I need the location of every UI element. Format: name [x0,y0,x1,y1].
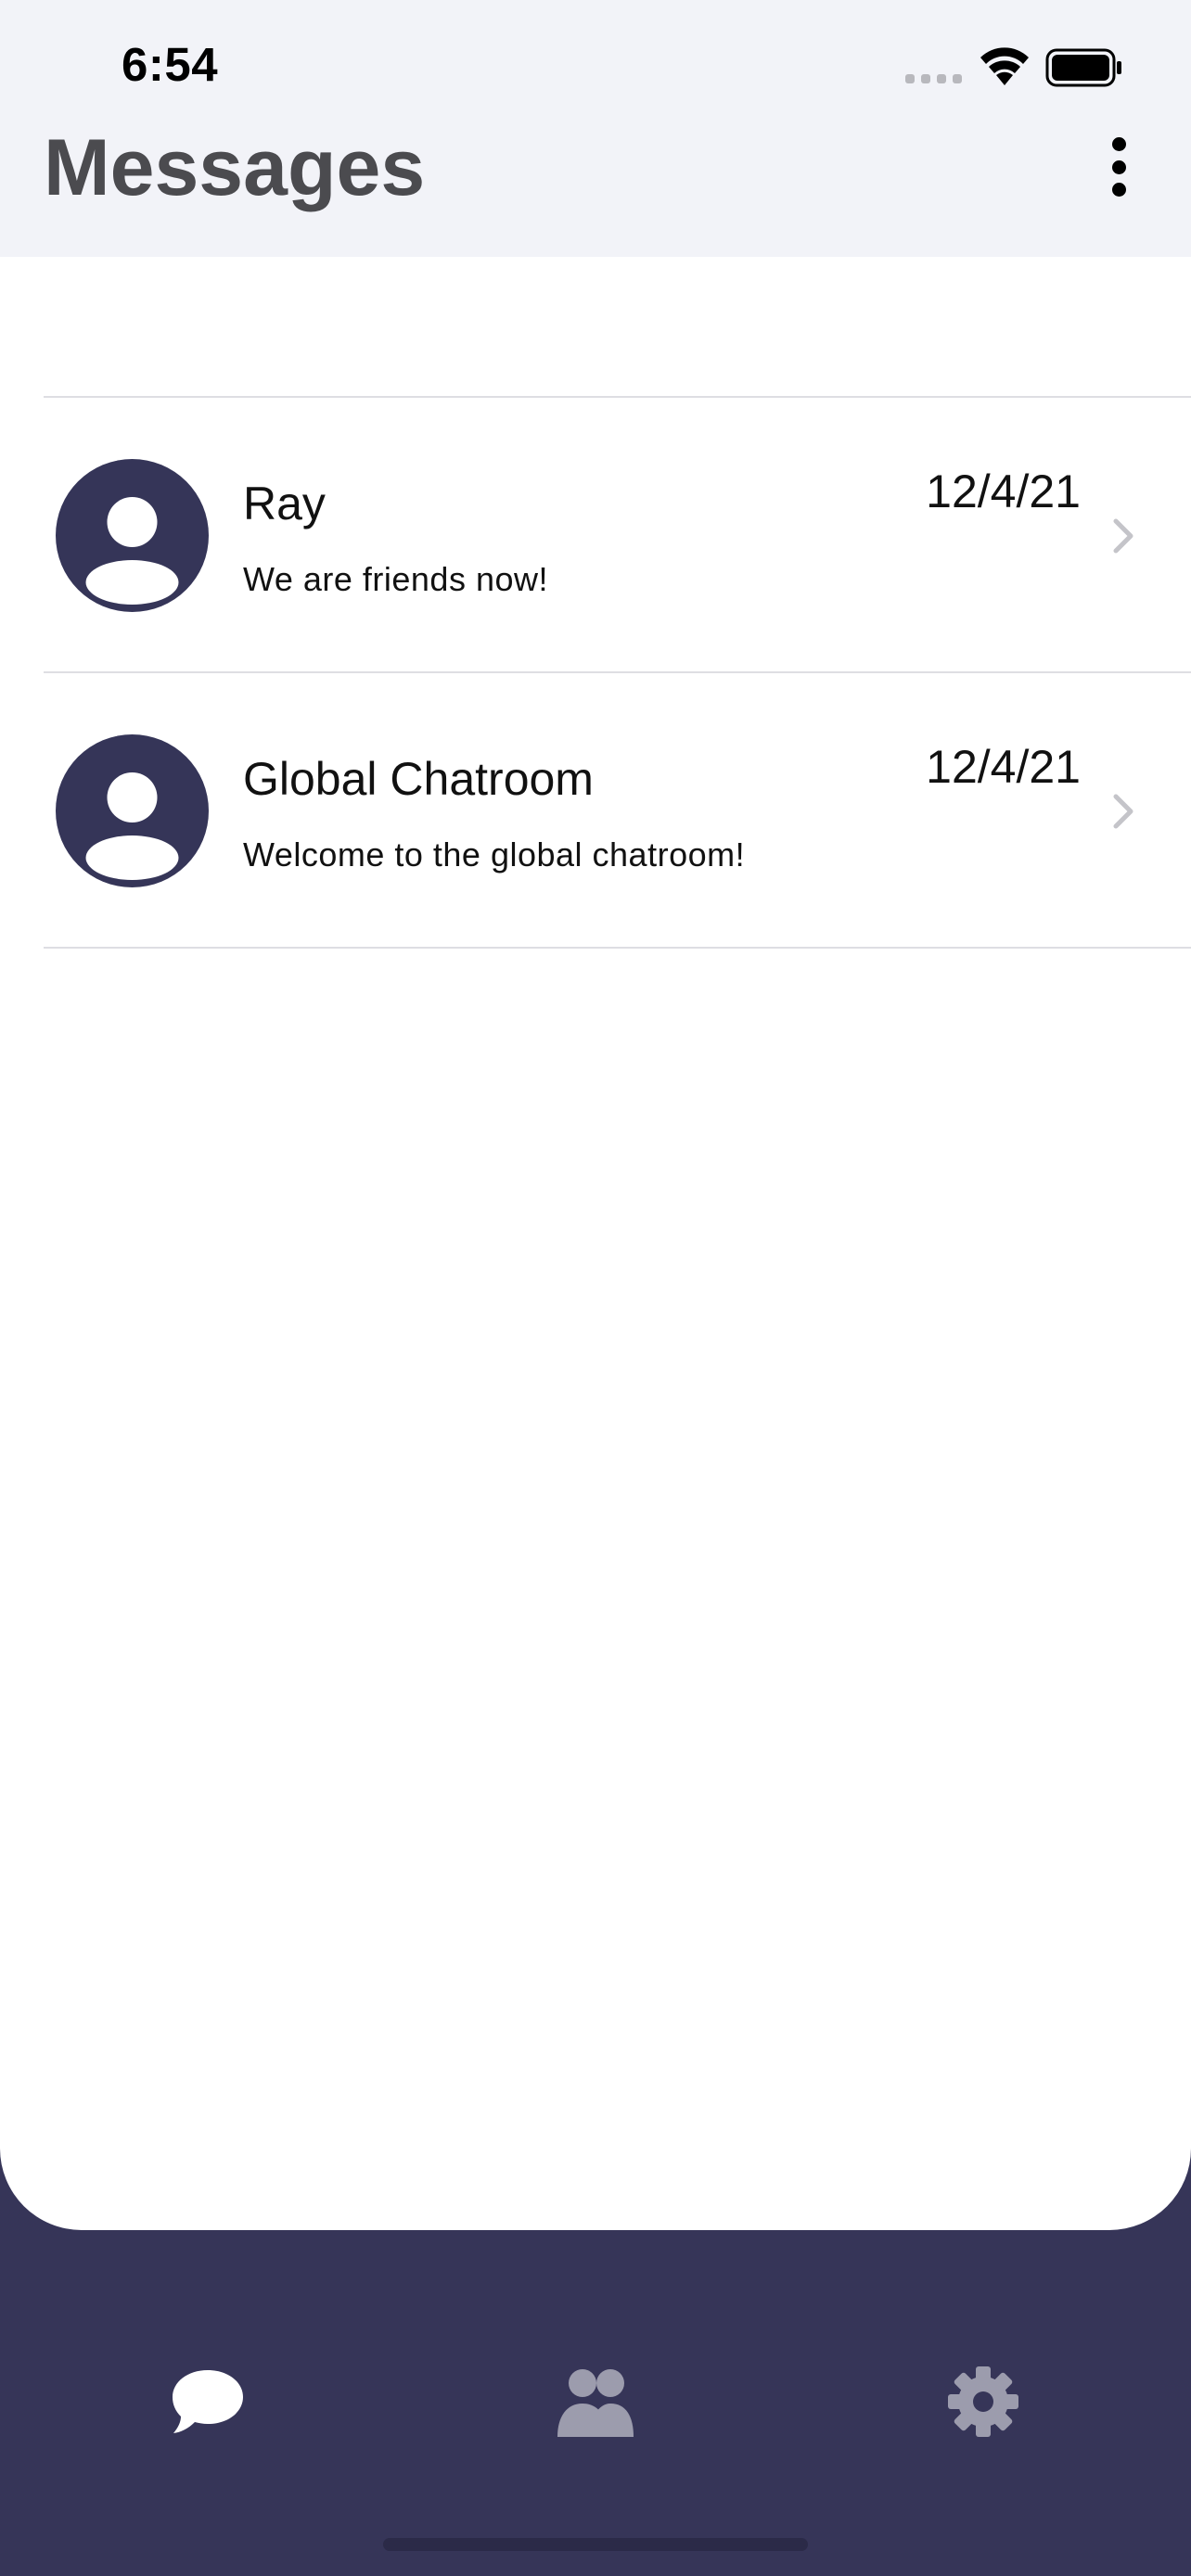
tab-messages[interactable] [161,2355,254,2448]
user-avatar-icon [56,459,209,612]
conversation-row-global-chatroom[interactable]: Global Chatroom Welcome to the global ch… [0,673,1191,948]
cellular-signal-icon [905,74,962,83]
conversation-preview: Welcome to the global chatroom! [243,835,746,874]
page-title: Messages [44,123,426,212]
more-vertical-icon [1111,137,1126,151]
conversation-row-ray[interactable]: Ray We are friends now! 12/4/21 [0,398,1191,672]
conversation-preview: We are friends now! [243,560,548,598]
tab-settings[interactable] [937,2355,1030,2448]
conversation-name: Global Chatroom [243,753,594,805]
more-vertical-icon [1111,159,1126,174]
chevron-right-icon [1113,794,1133,829]
conversation-date: 12/4/21 [926,465,1081,517]
more-options-button[interactable] [1095,130,1143,204]
tab-friends[interactable] [549,2355,642,2448]
conversation-date: 12/4/21 [926,741,1081,793]
battery-icon [1045,48,1121,87]
messages-screen: 6:54 Messages Ray We are friends now! 12… [0,0,1191,2576]
status-time: 6:54 [122,38,219,91]
users-icon [557,2369,634,2437]
more-vertical-icon [1111,183,1126,197]
gear-icon [948,2366,1018,2437]
user-avatar-icon [56,734,209,887]
conversation-name: Ray [243,478,326,529]
list-divider [44,947,1191,949]
chat-bubble-icon [173,2370,243,2433]
chevron-right-icon [1113,518,1133,554]
home-indicator [383,2538,808,2551]
header-bar: 6:54 Messages [0,0,1191,257]
wifi-icon [980,47,1029,85]
conversation-list: Ray We are friends now! 12/4/21 Global C… [0,257,1191,2230]
